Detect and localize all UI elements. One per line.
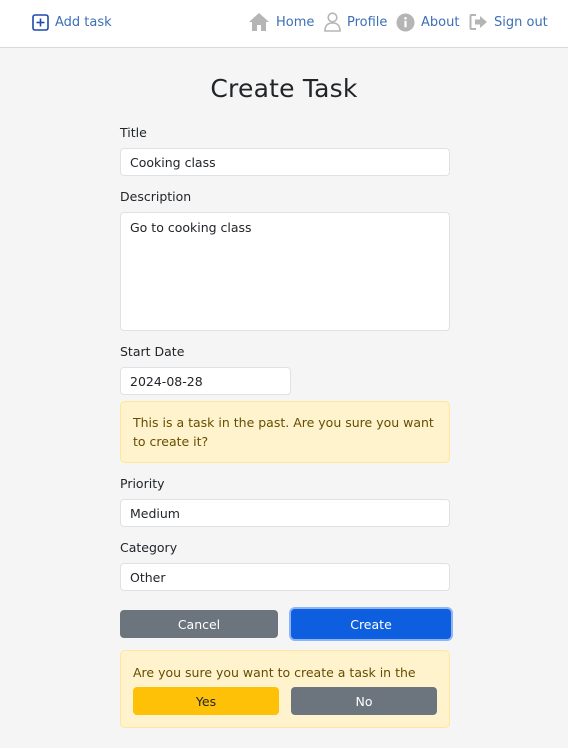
- home-link[interactable]: Home: [248, 11, 314, 33]
- plus-square-icon: [32, 13, 49, 31]
- page-title: Create Task: [210, 74, 358, 103]
- add-task-label: Add task: [55, 14, 112, 30]
- description-textarea[interactable]: Go to cooking class: [120, 212, 450, 331]
- start-date-input[interactable]: 2024-08-28: [120, 367, 291, 395]
- description-textarea-value: Go to cooking class: [130, 220, 252, 235]
- home-icon: [248, 12, 270, 32]
- description-label: Description: [120, 189, 192, 204]
- navbar: Add task Home Profile About Sign out: [0, 0, 568, 48]
- title-input-value: Cooking class: [130, 154, 216, 170]
- start-date-label: Start Date: [120, 344, 185, 359]
- yes-button[interactable]: Yes: [133, 687, 279, 715]
- about-link[interactable]: About: [396, 11, 459, 33]
- title-input[interactable]: Cooking class: [120, 148, 450, 176]
- sign-out-icon: [469, 13, 488, 31]
- priority-select-value: Medium: [130, 505, 180, 521]
- add-task-link[interactable]: Add task: [32, 11, 112, 33]
- cancel-button[interactable]: Cancel: [120, 610, 278, 638]
- sign-out-label: Sign out: [494, 14, 548, 30]
- no-button[interactable]: No: [291, 687, 437, 715]
- category-select-value: Other: [130, 569, 166, 585]
- sign-out-link[interactable]: Sign out: [469, 11, 548, 33]
- home-label: Home: [276, 14, 315, 30]
- category-select[interactable]: Other: [120, 563, 450, 591]
- past-date-warning: This is a task in the past. Are you sure…: [120, 401, 450, 463]
- user-icon: [324, 12, 341, 32]
- profile-label: Profile: [347, 14, 388, 30]
- create-button[interactable]: Create: [291, 609, 451, 639]
- info-icon: [396, 13, 415, 32]
- title-label: Title: [120, 125, 147, 140]
- past-date-warning-text: This is a task in the past. Are you sure…: [133, 415, 434, 449]
- profile-link[interactable]: Profile: [324, 11, 387, 33]
- priority-select[interactable]: Medium: [120, 499, 450, 527]
- category-label: Category: [120, 540, 178, 555]
- priority-label: Priority: [120, 476, 165, 491]
- about-label: About: [421, 14, 460, 30]
- start-date-input-value: 2024-08-28: [130, 373, 203, 389]
